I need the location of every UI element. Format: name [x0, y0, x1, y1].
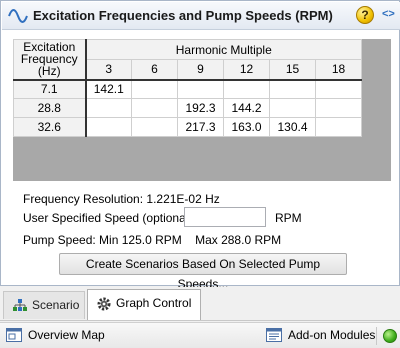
frequency-resolution: Frequency Resolution: 1.221E-02 Hz: [23, 192, 220, 206]
table-row: 32.6 217.3 163.0 130.4: [13, 117, 362, 137]
speed-cell[interactable]: 217.3: [177, 117, 224, 137]
tab-graph-control-label: Graph Control: [116, 296, 192, 310]
frequency-grid: Excitation Frequency (Hz) Harmonic Multi…: [13, 39, 391, 181]
user-speed-label: User Specified Speed (optional):: [23, 211, 196, 225]
addon-modules-icon: [266, 328, 282, 342]
rpm-label: RPM: [275, 211, 302, 225]
status-bar: Overview Map Add-on Modules: [0, 322, 400, 348]
speed-cell[interactable]: [315, 98, 362, 118]
table-row: 28.8 192.3 144.2: [13, 98, 362, 118]
nav-arrows-icon[interactable]: <>: [382, 8, 395, 20]
excitation-panel: Excitation Frequencies and Pump Speeds (…: [0, 0, 400, 291]
harmonic-header[interactable]: 12: [223, 59, 270, 81]
bottom-tabs: Scenario Graph Control: [0, 287, 400, 321]
status-indicator-icon: [383, 329, 397, 343]
user-speed-input[interactable]: [184, 207, 266, 227]
speed-cell[interactable]: [131, 98, 178, 118]
tab-scenario[interactable]: Scenario: [3, 291, 85, 319]
corner-header-line: (Hz): [37, 64, 61, 79]
addon-modules-label: Add-on Modules: [288, 328, 376, 342]
panel-titlebar: Excitation Frequencies and Pump Speeds (…: [2, 2, 400, 30]
overview-map-button[interactable]: Overview Map: [6, 328, 105, 342]
tab-scenario-label: Scenario: [32, 298, 80, 312]
speed-cell[interactable]: 144.2: [223, 98, 270, 118]
pump-speed-range: Pump Speed: Min 125.0 RPM Max 288.0 RPM: [23, 233, 282, 247]
harmonic-group-header: Harmonic Multiple: [84, 39, 362, 60]
harmonic-header[interactable]: 3: [84, 59, 132, 81]
gear-icon: [97, 297, 111, 311]
harmonic-header[interactable]: 15: [269, 59, 316, 81]
frequency-table: Excitation Frequency (Hz) Harmonic Multi…: [13, 39, 362, 137]
harmonic-header[interactable]: 6: [131, 59, 178, 81]
frequency-cell[interactable]: 32.6: [13, 117, 86, 137]
harmonic-header[interactable]: 18: [315, 59, 362, 81]
speed-cell[interactable]: 163.0: [223, 117, 270, 137]
status-divider: [376, 327, 377, 345]
corner-header: Excitation Frequency (Hz): [13, 39, 86, 81]
harmonic-header[interactable]: 9: [177, 59, 224, 81]
overview-map-label: Overview Map: [28, 328, 105, 342]
speed-cell[interactable]: [269, 79, 316, 99]
speed-cell[interactable]: [131, 79, 178, 99]
speed-cell[interactable]: 130.4: [269, 117, 316, 137]
table-row: 7.1 142.1: [13, 79, 362, 99]
frequency-cell[interactable]: 7.1: [13, 79, 86, 99]
scenario-tree-icon: [13, 299, 27, 311]
speed-cell[interactable]: [84, 98, 132, 118]
addon-modules-button[interactable]: Add-on Modules: [266, 328, 375, 342]
speed-cell[interactable]: [84, 117, 132, 137]
help-icon[interactable]: ?: [356, 6, 374, 24]
panel-title: Excitation Frequencies and Pump Speeds (…: [33, 8, 333, 23]
speed-cell[interactable]: [223, 79, 270, 99]
tab-graph-control[interactable]: Graph Control: [87, 289, 201, 320]
speed-cell[interactable]: [315, 79, 362, 99]
speed-cell[interactable]: [131, 117, 178, 137]
speed-cell[interactable]: [177, 79, 224, 99]
create-scenarios-button[interactable]: Create Scenarios Based On Selected Pump …: [59, 253, 347, 291]
speed-cell[interactable]: 142.1: [84, 79, 132, 99]
wave-icon: [8, 9, 28, 23]
speed-cell[interactable]: [269, 98, 316, 118]
speed-cell[interactable]: [315, 117, 362, 137]
speed-cell[interactable]: 192.3: [177, 98, 224, 118]
frequency-cell[interactable]: 28.8: [13, 98, 86, 118]
overview-map-icon: [6, 328, 22, 342]
